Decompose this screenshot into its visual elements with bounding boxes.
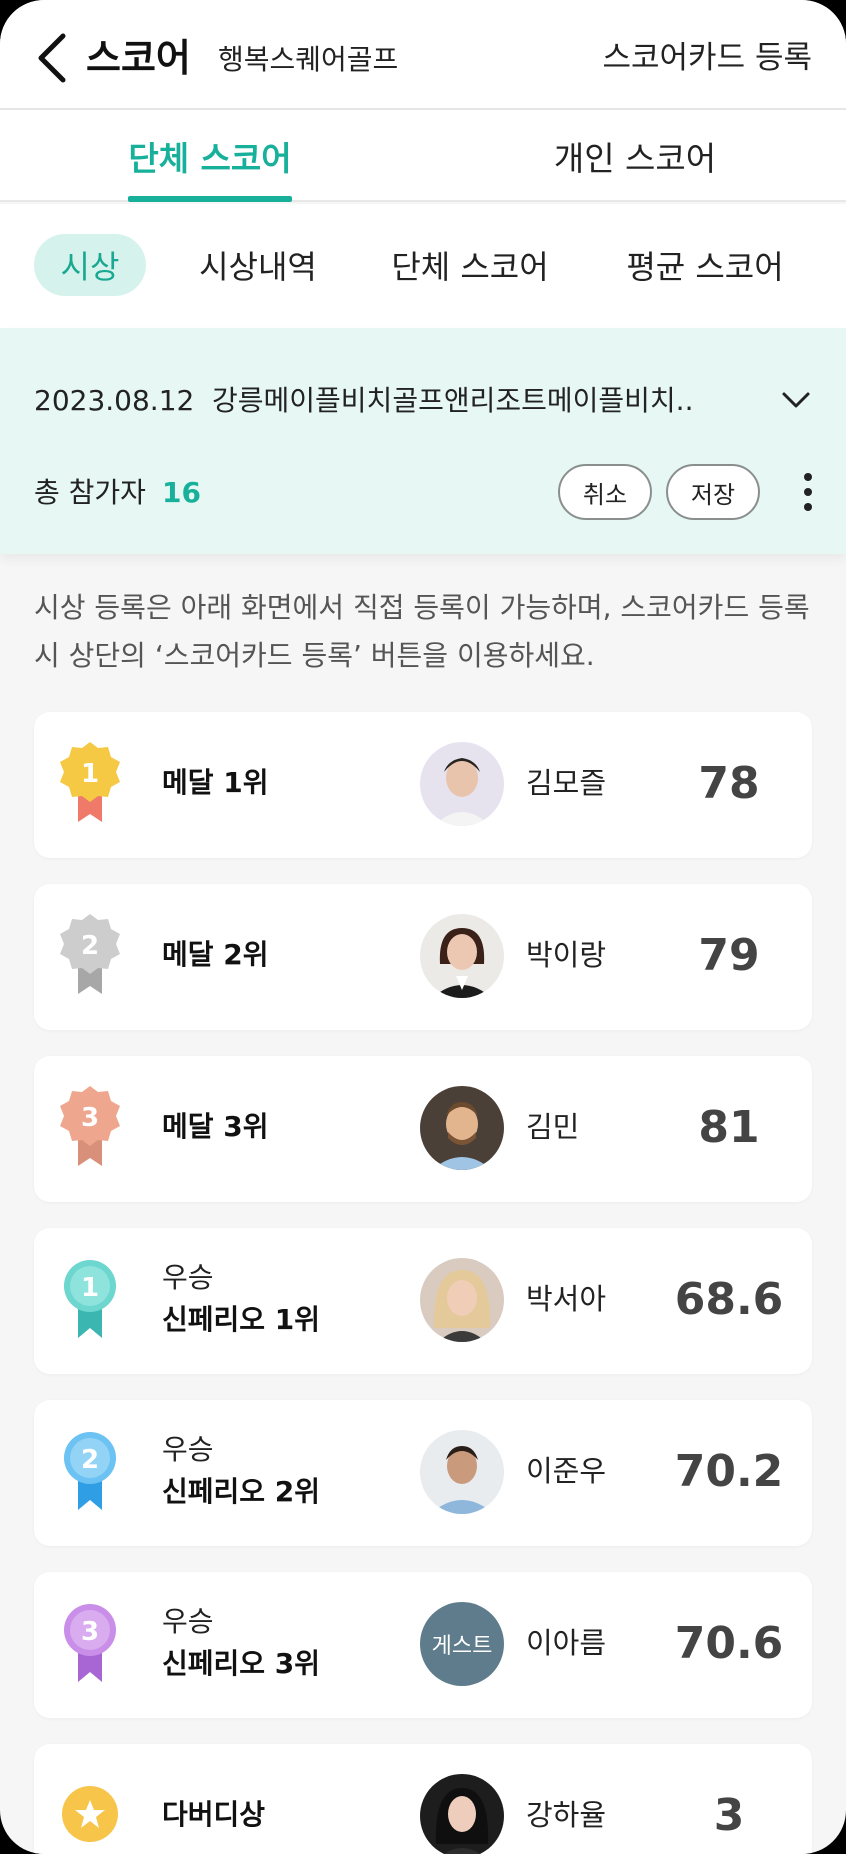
score-value: 70.6: [674, 1618, 784, 1669]
avatar: [420, 914, 504, 998]
tab-group-score[interactable]: 단체 스코어: [110, 110, 310, 202]
chevron-down-icon: [782, 392, 810, 408]
score-value: 3: [713, 1790, 745, 1841]
save-button[interactable]: 저장: [666, 464, 760, 520]
score-value: 78: [698, 758, 760, 809]
award-label: 메달 2위: [162, 938, 269, 971]
award-label: 신페리오 1위: [162, 1303, 321, 1336]
award-card[interactable]: 2 우승 신페리오 2위 이준우 70.2: [34, 1400, 812, 1546]
scorecard-register-button[interactable]: 스코어카드 등록: [603, 36, 813, 80]
chevron-left-icon: [38, 33, 66, 83]
award-card[interactable]: 1 메달 1위 김모즐 78: [34, 712, 812, 858]
page-title: 스코어: [86, 36, 191, 80]
svg-text:1: 1: [81, 759, 99, 789]
guest-avatar: 게스트: [420, 1602, 504, 1686]
award-label: 메달 1위: [162, 766, 269, 799]
sub-tabs: 시상 시상내역 단체 스코어 평균 스코어: [0, 204, 846, 328]
blue-ribbon-icon: 2: [64, 1432, 116, 1510]
svg-text:3: 3: [81, 1617, 99, 1647]
avatar: [420, 1258, 504, 1342]
event-dropdown-button[interactable]: [778, 380, 814, 422]
award-category: 우승: [162, 1261, 214, 1294]
event-date[interactable]: 2023.08.12: [34, 380, 194, 422]
award-label: 다버디상: [162, 1798, 266, 1831]
avatar: [420, 1774, 504, 1854]
player-name: 김민: [526, 1110, 580, 1144]
player-name: 강하율: [526, 1798, 607, 1832]
score-value: 68.6: [674, 1274, 784, 1325]
notice-text: 시상 등록은 아래 화면에서 직접 등록이 가능하며, 스코어카드 등록시 상단…: [34, 591, 810, 672]
back-button[interactable]: [28, 28, 76, 88]
player-name: 김모즐: [526, 766, 607, 800]
event-panel: 2023.08.12 강릉메이플비치골프앤리조트메이플비치.. 총 참가자 16…: [0, 328, 846, 554]
cancel-button[interactable]: 취소: [558, 464, 652, 520]
score-value: 79: [698, 930, 760, 981]
subtab-group-score[interactable]: 단체 스코어: [378, 234, 562, 296]
silver-medal-icon: 2: [60, 914, 120, 994]
svg-text:1: 1: [81, 1273, 99, 1303]
score-screen: 스코어 행복스퀘어골프 스코어카드 등록 단체 스코어 개인 스코어 시상 시상…: [0, 0, 846, 1854]
teal-ribbon-icon: 1: [64, 1260, 116, 1338]
award-category: 우승: [162, 1605, 214, 1638]
star-icon: [62, 1786, 118, 1842]
header: 스코어 행복스퀘어골프 스코어카드 등록: [0, 0, 846, 110]
score-value: 70.2: [674, 1446, 784, 1497]
club-name: 행복스퀘어골프: [218, 43, 399, 76]
subtab-average-score[interactable]: 평균 스코어: [612, 234, 798, 296]
player-name: 이아름: [526, 1626, 607, 1660]
gold-medal-icon: 1: [60, 742, 120, 822]
award-label: 신페리오 2위: [162, 1475, 321, 1508]
award-card[interactable]: 3 우승 신페리오 3위 게스트 이아름 70.6: [34, 1572, 812, 1718]
score-value: 81: [698, 1102, 760, 1153]
award-label: 메달 3위: [162, 1110, 269, 1143]
award-label: 신페리오 3위: [162, 1647, 321, 1680]
purple-ribbon-icon: 3: [64, 1604, 116, 1682]
avatar: [420, 1086, 504, 1170]
svg-text:3: 3: [81, 1103, 99, 1133]
participants-count: 16: [162, 476, 201, 509]
award-card[interactable]: 2 메달 2위 박이랑 79: [34, 884, 812, 1030]
subtab-awards[interactable]: 시상: [34, 234, 146, 296]
award-card[interactable]: 1 우승 신페리오 1위 박서아 68.6: [34, 1228, 812, 1374]
participants-label: 총 참가자: [34, 476, 146, 509]
event-name[interactable]: 강릉메이플비치골프앤리조트메이플비치..: [212, 380, 693, 422]
tab-personal-score[interactable]: 개인 스코어: [530, 110, 740, 202]
award-card[interactable]: 다버디상 강하율 3: [34, 1744, 812, 1854]
more-options-icon[interactable]: [796, 462, 820, 522]
player-name: 박서아: [526, 1282, 607, 1316]
bronze-medal-icon: 3: [60, 1086, 120, 1166]
subtab-award-history[interactable]: 시상내역: [178, 234, 338, 296]
svg-text:2: 2: [81, 1445, 99, 1475]
award-card[interactable]: 3 메달 3위 김민 81: [34, 1056, 812, 1202]
avatar: [420, 742, 504, 826]
svg-text:2: 2: [81, 931, 99, 961]
player-name: 박이랑: [526, 938, 607, 972]
avatar: [420, 1430, 504, 1514]
award-category: 우승: [162, 1433, 214, 1466]
active-tab-indicator: [128, 196, 292, 202]
main-tabs: 단체 스코어 개인 스코어: [0, 110, 846, 202]
player-name: 이준우: [526, 1454, 607, 1488]
